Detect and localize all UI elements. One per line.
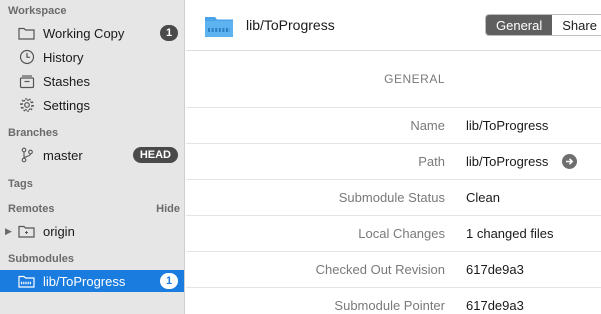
- group-title: GENERAL: [384, 72, 445, 86]
- folder-icon: [18, 223, 35, 240]
- sidebar-item-label: master: [43, 147, 83, 163]
- detail-key: Checked Out Revision: [315, 262, 445, 277]
- sidebar-item-label: Stashes: [43, 73, 90, 89]
- remotes-hide-link[interactable]: Hide: [156, 203, 180, 215]
- submodule-icon: [18, 273, 35, 290]
- detail-key: Submodule Pointer: [334, 298, 445, 313]
- section-header-remotes: Remotes: [8, 203, 55, 215]
- sidebar-item-label: History: [43, 49, 84, 65]
- detail-value: lib/ToProgress: [466, 118, 549, 133]
- section-header-branches: Branches: [8, 127, 59, 139]
- stash-icon: [18, 73, 35, 90]
- sidebar-item-stashes[interactable]: Stashes: [0, 70, 184, 92]
- detail-row-submodule-pointer: Submodule Pointer 617de9a3: [186, 288, 601, 314]
- head-badge: HEAD: [132, 147, 178, 163]
- tab-share[interactable]: Share: [552, 15, 601, 35]
- detail-row-checked-out-revision: Checked Out Revision 617de9a3: [186, 252, 601, 288]
- detail-value: 617de9a3: [466, 298, 524, 313]
- gear-icon: [18, 97, 35, 114]
- tab-general[interactable]: General: [486, 15, 553, 35]
- detail-key: Path: [418, 154, 445, 169]
- sidebar: Workspace Working Copy 1 History Stashes…: [0, 0, 185, 314]
- detail-row-local-changes: Local Changes 1 changed files: [186, 216, 601, 252]
- section-header-submodules: Submodules: [8, 253, 75, 265]
- sidebar-item-origin[interactable]: ▶ origin: [0, 220, 184, 242]
- detail-row-submodule-status: Submodule Status Clean: [186, 180, 601, 216]
- section-header-tags: Tags: [8, 178, 33, 190]
- page-title: lib/ToProgress: [246, 17, 335, 33]
- folder-icon: [18, 25, 35, 42]
- sidebar-item-label: Settings: [43, 97, 90, 113]
- submodule-folder-icon: [204, 14, 234, 41]
- detail-key: Local Changes: [358, 226, 445, 241]
- detail-row-name: Name lib/ToProgress: [186, 108, 601, 144]
- detail-row-path: Path lib/ToProgress: [186, 144, 601, 180]
- arrow-right-circle-icon[interactable]: [562, 154, 577, 169]
- detail-key: Submodule Status: [338, 190, 445, 205]
- detail-value: 1 changed files: [466, 226, 554, 241]
- sidebar-item-lib-toprogress[interactable]: lib/ToProgress 1: [0, 270, 184, 292]
- disclosure-triangle-icon[interactable]: ▶: [5, 226, 12, 237]
- branch-icon: [18, 147, 35, 164]
- sidebar-item-working-copy[interactable]: Working Copy 1: [0, 22, 184, 44]
- count-badge: 1: [160, 273, 178, 289]
- sidebar-item-master[interactable]: master HEAD: [0, 144, 184, 166]
- sidebar-item-label: origin: [43, 223, 75, 239]
- sidebar-item-history[interactable]: History: [0, 46, 184, 68]
- view-tabs: General Share: [485, 14, 601, 36]
- details-panel: GENERAL Name lib/ToProgress Path lib/ToP…: [186, 52, 601, 314]
- detail-value: Clean: [466, 190, 500, 205]
- section-header-workspace: Workspace: [8, 5, 67, 17]
- detail-key: Name: [410, 118, 445, 133]
- detail-value: 617de9a3: [466, 262, 524, 277]
- sidebar-item-label: Working Copy: [43, 25, 125, 41]
- detail-header: lib/ToProgress General Share: [186, 0, 601, 51]
- sidebar-item-label: lib/ToProgress: [43, 273, 126, 289]
- sidebar-item-settings[interactable]: Settings: [0, 94, 184, 116]
- detail-value: lib/ToProgress: [466, 154, 549, 169]
- count-badge: 1: [160, 25, 178, 41]
- clock-icon: [18, 49, 35, 66]
